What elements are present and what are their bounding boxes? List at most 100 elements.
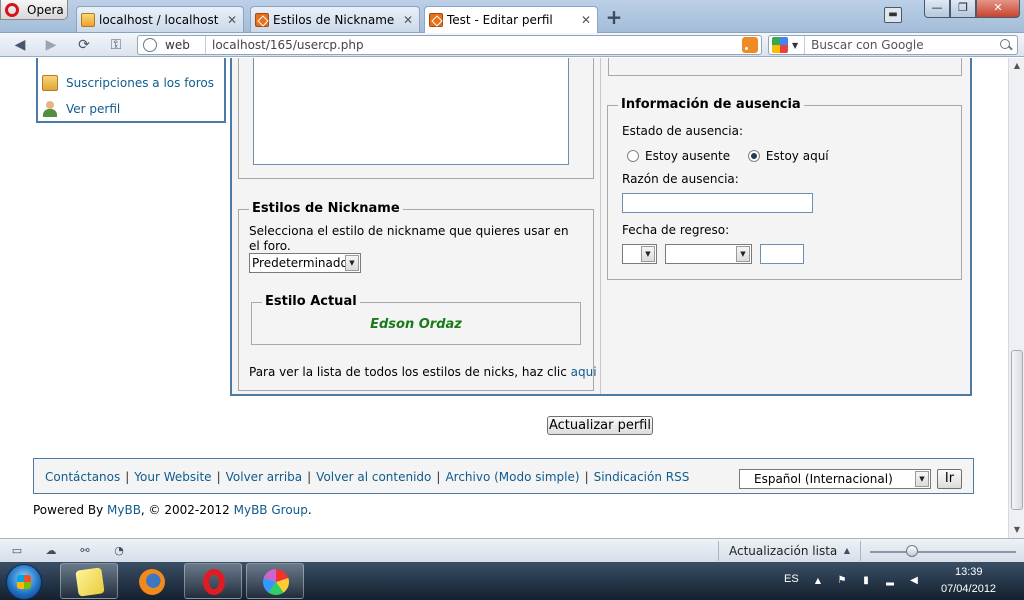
- sidebar-item-label[interactable]: Suscripciones a los foros: [66, 76, 214, 90]
- opera-menu-button[interactable]: Opera: [0, 0, 68, 20]
- radio-here[interactable]: [747, 150, 760, 162]
- sidebar-item-view-profile[interactable]: Ver perfil: [38, 96, 224, 122]
- footer-link-website[interactable]: Your Website: [134, 470, 211, 484]
- chevron-down-icon[interactable]: ▼: [915, 471, 929, 487]
- sidebar-item-label[interactable]: Ver perfil: [66, 102, 120, 116]
- address-bar[interactable]: web localhost/165/usercp.php: [137, 35, 762, 55]
- language-go-button[interactable]: Ir: [937, 469, 962, 489]
- tab-phpmyadmin[interactable]: localhost / localhost / ... ✕: [76, 6, 244, 32]
- speed-dial-icon[interactable]: ◔: [112, 544, 126, 557]
- action-center-icon[interactable]: ⚑: [836, 575, 848, 587]
- key-icon[interactable]: ⚿: [106, 36, 126, 54]
- search-input[interactable]: Buscar con Google: [811, 38, 999, 52]
- nickname-style-select[interactable]: Predeterminado ▼: [249, 253, 361, 273]
- search-icon[interactable]: [999, 38, 1013, 52]
- start-button-icon[interactable]: [6, 564, 42, 600]
- taskbar-opera[interactable]: [184, 563, 242, 599]
- back-icon[interactable]: ◀: [10, 36, 30, 54]
- trash-icon[interactable]: ▬: [884, 7, 902, 23]
- chevron-down-icon[interactable]: ▼: [641, 246, 655, 262]
- mybb-favicon-icon: [429, 13, 443, 27]
- signature-textarea[interactable]: [253, 58, 569, 165]
- clock-date[interactable]: 07/04/2012: [941, 583, 996, 595]
- tab-close-icon[interactable]: ✕: [581, 13, 591, 27]
- mybb-link[interactable]: MyBB: [107, 503, 141, 517]
- scroll-up-icon[interactable]: ▲: [1009, 58, 1024, 74]
- column-divider: [600, 58, 601, 394]
- return-day-select[interactable]: ▼: [622, 244, 657, 264]
- minimize-icon[interactable]: —: [924, 0, 950, 18]
- tab-label: localhost / localhost / ...: [99, 12, 221, 27]
- style-list-link[interactable]: aqui: [571, 365, 597, 379]
- close-window-icon[interactable]: ✕: [976, 0, 1020, 18]
- powered-by: Powered By MyBB, © 2002-2012 MyBB Group.: [33, 503, 312, 517]
- fieldset-border: [238, 178, 594, 179]
- rss-feed-icon[interactable]: [742, 37, 758, 53]
- window-controls: — ❐ ✕: [924, 0, 1020, 18]
- mybb-group-link[interactable]: MyBB Group: [234, 503, 308, 517]
- search-box[interactable]: ▼ Buscar con Google: [768, 35, 1018, 55]
- footer-bar: Contáctanos | Your Website | Volver arriba | V…: [33, 458, 974, 494]
- new-tab-button[interactable]: +: [604, 7, 624, 27]
- taskbar-firefox[interactable]: [122, 563, 180, 599]
- network-icon[interactable]: ▂: [884, 575, 896, 587]
- status-text: Actualización lista: [729, 544, 838, 558]
- zoom-slider-thumb[interactable]: [906, 545, 918, 557]
- copyright-text: , © 2002-2012: [140, 503, 230, 517]
- scroll-down-icon[interactable]: ▼: [1009, 522, 1024, 538]
- status-divider: [860, 541, 861, 561]
- chevron-down-icon[interactable]: ▼: [792, 41, 798, 50]
- share-icon[interactable]: ⚯: [78, 544, 92, 557]
- cloud-icon[interactable]: ☁: [44, 544, 58, 557]
- fieldset-remnant: [608, 58, 962, 76]
- footer-link-contact[interactable]: Contáctanos: [45, 470, 120, 484]
- google-icon[interactable]: [772, 37, 788, 53]
- footer-link-archive[interactable]: Archivo (Modo simple): [445, 470, 579, 484]
- return-year-input[interactable]: [760, 244, 804, 264]
- power-icon[interactable]: ▮: [860, 575, 872, 587]
- language-select[interactable]: Español (Internacional) ▼: [739, 469, 931, 489]
- zoom-slider-track[interactable]: [870, 551, 1016, 553]
- language-value: Español (Internacional): [754, 472, 893, 486]
- tab-close-icon[interactable]: ✕: [227, 13, 237, 27]
- away-info-fieldset: Información de ausencia Estado de ausenc…: [607, 97, 962, 280]
- panel-toggle-icon[interactable]: ▭: [10, 544, 24, 557]
- return-month-select[interactable]: ▼: [665, 244, 752, 264]
- fieldset-border: [593, 58, 594, 179]
- footer-links: Contáctanos | Your Website | Volver arriba | V…: [45, 470, 690, 484]
- footer-link-top[interactable]: Volver arriba: [226, 470, 303, 484]
- url-text[interactable]: localhost/165/usercp.php: [212, 38, 742, 52]
- taskbar-sticky-notes[interactable]: [60, 563, 118, 599]
- away-reason-input[interactable]: [622, 193, 813, 213]
- maximize-icon[interactable]: ❐: [950, 0, 976, 18]
- language-indicator[interactable]: ES: [784, 573, 799, 585]
- tab-close-icon[interactable]: ✕: [403, 13, 413, 27]
- tab-label: Estilos de Nickname: [273, 12, 395, 27]
- radio-away[interactable]: [627, 150, 639, 162]
- powered-prefix: Powered By: [33, 503, 104, 517]
- footer-link-rss[interactable]: Sindicación RSS: [594, 470, 690, 484]
- away-status-label: Estado de ausencia:: [622, 124, 744, 138]
- show-hidden-icons-icon[interactable]: ▲: [812, 575, 824, 587]
- tab-estilos-nickname[interactable]: Estilos de Nickname ✕: [250, 6, 420, 32]
- scrollbar-thumb[interactable]: [1011, 350, 1023, 510]
- update-profile-button[interactable]: Actualizar perfil: [547, 416, 653, 435]
- volume-icon[interactable]: ◀: [908, 575, 920, 587]
- taskbar-paint[interactable]: [246, 563, 304, 599]
- vertical-scrollbar[interactable]: ▲ ▼: [1008, 58, 1024, 538]
- mybb-favicon-icon: [255, 12, 269, 27]
- forward-icon[interactable]: ▶: [41, 36, 61, 54]
- current-style-preview: Edson Ordaz: [370, 317, 462, 332]
- radio-here-label: Estoy aquí: [765, 149, 829, 163]
- sidebar-item-subscriptions[interactable]: Suscripciones a los foros: [38, 70, 224, 96]
- nickname-styles-legend: Estilos de Nickname: [249, 201, 403, 216]
- clock-time[interactable]: 13:39: [955, 566, 983, 578]
- chevron-down-icon[interactable]: ▼: [345, 255, 359, 271]
- reload-icon[interactable]: ⟳: [74, 36, 94, 54]
- navigation-bar: ◀ ▶ ⟳ ⚿ web localhost/165/usercp.php ▼ B…: [0, 33, 1024, 57]
- tab-editar-perfil[interactable]: Test - Editar perfil ✕: [424, 6, 598, 33]
- chevron-up-icon[interactable]: ▲: [840, 544, 854, 557]
- firefox-icon: [139, 569, 165, 595]
- chevron-down-icon[interactable]: ▼: [736, 246, 750, 262]
- footer-link-content[interactable]: Volver al contenido: [316, 470, 431, 484]
